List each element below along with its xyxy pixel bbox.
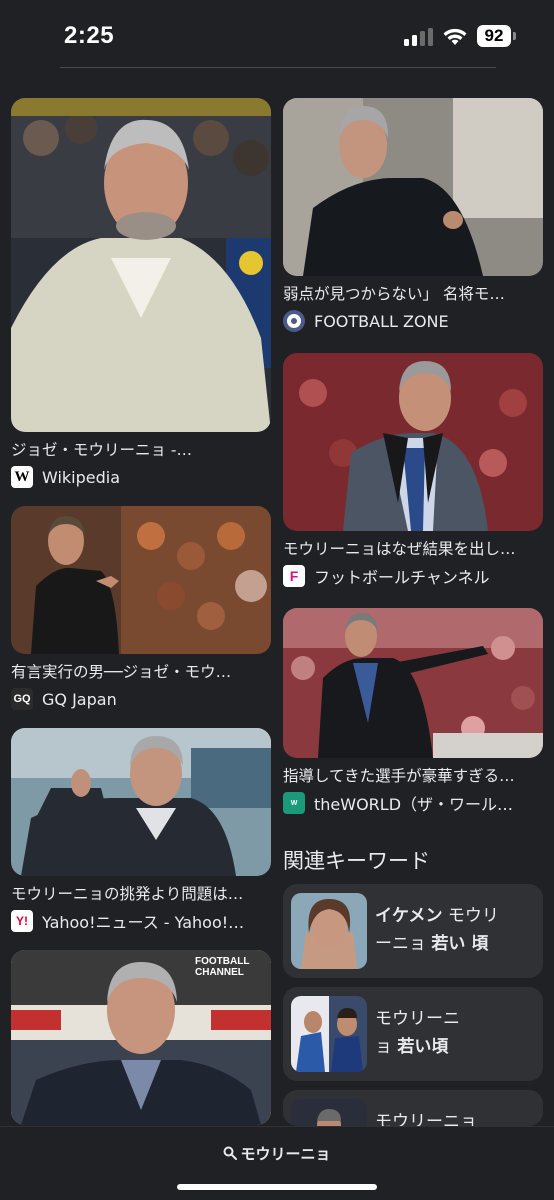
result-image[interactable] bbox=[283, 608, 543, 758]
image-result-card[interactable]: 指導してきた選手が豪華すぎる… W theWORLD（ザ・ワール… bbox=[283, 608, 543, 814]
result-source[interactable]: FOOTBALL ZONE bbox=[283, 310, 543, 332]
keyword-thumbnail bbox=[291, 996, 367, 1072]
yahoo-icon: Y! bbox=[11, 910, 33, 932]
result-caption[interactable]: 有言実行の男──ジョゼ・モウ… bbox=[11, 662, 271, 682]
result-source[interactable]: W theWORLD（ザ・ワール… bbox=[283, 792, 543, 814]
football-channel-overlay: FOOTBALL CHANNEL bbox=[195, 956, 250, 978]
bottom-search-bar: モウリーニョ bbox=[0, 1126, 554, 1200]
header-divider bbox=[60, 67, 496, 68]
result-source[interactable]: GQ GQ Japan bbox=[11, 688, 271, 710]
keyword-thumbnail bbox=[291, 1099, 367, 1126]
related-keyword-card[interactable]: イケメン モウリ ーニョ 若い 頃 bbox=[283, 884, 543, 978]
image-result-card[interactable]: モウリーニョの挑発より問題は… Y! Yahoo!ニュース - Yahoo!… bbox=[11, 728, 271, 932]
result-caption[interactable]: 指導してきた選手が豪華すぎる… bbox=[283, 766, 543, 786]
wifi-icon bbox=[443, 28, 467, 45]
keyword-thumbnail bbox=[291, 893, 367, 969]
source-name: GQ Japan bbox=[42, 689, 117, 709]
search-query-chip[interactable]: モウリーニョ bbox=[0, 1143, 554, 1164]
image-result-card[interactable]: FOOTBALL CHANNEL bbox=[11, 950, 271, 1125]
football-zone-icon bbox=[283, 310, 305, 332]
search-query-text: モウリーニョ bbox=[240, 1145, 331, 1163]
image-result-card[interactable]: 弱点が見つからない」 名将モ… FOOTBALL ZONE bbox=[283, 98, 543, 332]
image-result-card[interactable]: 有言実行の男──ジョゼ・モウ… GQ GQ Japan bbox=[11, 506, 271, 710]
home-indicator[interactable] bbox=[177, 1184, 377, 1190]
gq-japan-icon: GQ bbox=[11, 688, 33, 710]
results-right-column: 弱点が見つからない」 名将モ… FOOTBALL ZONE モウリーニョはなぜ結… bbox=[283, 98, 543, 814]
search-icon bbox=[223, 1146, 238, 1160]
result-caption[interactable]: モウリーニョの挑発より問題は… bbox=[11, 884, 271, 904]
result-caption[interactable]: ジョゼ・モウリーニョ -… bbox=[11, 440, 271, 460]
battery-indicator: 92 bbox=[477, 25, 511, 47]
result-caption[interactable]: 弱点が見つからない」 名将モ… bbox=[283, 284, 543, 304]
related-keywords-title: 関連キーワード bbox=[283, 849, 430, 873]
result-source[interactable]: W Wikipedia bbox=[11, 466, 271, 488]
result-source[interactable]: Y! Yahoo!ニュース - Yahoo!… bbox=[11, 910, 271, 932]
cellular-signal-icon bbox=[404, 28, 434, 46]
theworld-icon-text: W bbox=[290, 799, 298, 807]
football-channel-icon: F bbox=[283, 565, 305, 587]
status-bar: 2:25 92 bbox=[0, 0, 554, 70]
keyword-text: イケメン モウリ ーニョ 若い 頃 bbox=[375, 906, 499, 954]
source-name: Yahoo!ニュース - Yahoo!… bbox=[42, 913, 245, 932]
wikipedia-icon: W bbox=[11, 466, 33, 488]
result-image[interactable] bbox=[283, 98, 543, 276]
result-image[interactable] bbox=[11, 506, 271, 654]
result-image[interactable]: FOOTBALL CHANNEL bbox=[11, 950, 271, 1125]
status-time: 2:25 bbox=[64, 22, 115, 49]
keyword-text: モウリーニョ 若い頃 bbox=[375, 1009, 460, 1057]
result-source[interactable]: F フットボールチャンネル bbox=[283, 565, 543, 587]
related-keyword-card[interactable]: モウリーニョ bbox=[283, 1090, 543, 1126]
battery-nub bbox=[513, 32, 516, 40]
result-image[interactable] bbox=[283, 353, 543, 531]
source-name: theWORLD（ザ・ワール… bbox=[314, 795, 514, 814]
source-name: Wikipedia bbox=[42, 467, 121, 487]
keyword-text: モウリーニョ bbox=[375, 1112, 477, 1126]
related-keyword-card[interactable]: モウリーニョ 若い頃 bbox=[283, 987, 543, 1081]
image-result-card[interactable]: ジョゼ・モウリーニョ -… W Wikipedia bbox=[11, 98, 271, 488]
result-image[interactable] bbox=[11, 728, 271, 876]
result-caption[interactable]: モウリーニョはなぜ結果を出し… bbox=[283, 539, 543, 559]
source-name: FOOTBALL ZONE bbox=[314, 311, 449, 331]
source-name: フットボールチャンネル bbox=[314, 568, 490, 587]
result-image[interactable] bbox=[11, 98, 271, 432]
results-left-column: ジョゼ・モウリーニョ -… W Wikipedia 有言実行の男──ジョゼ・モウ… bbox=[11, 98, 271, 1125]
image-result-card[interactable]: モウリーニョはなぜ結果を出し… F フットボールチャンネル bbox=[283, 353, 543, 587]
theworld-icon: W bbox=[283, 792, 305, 814]
